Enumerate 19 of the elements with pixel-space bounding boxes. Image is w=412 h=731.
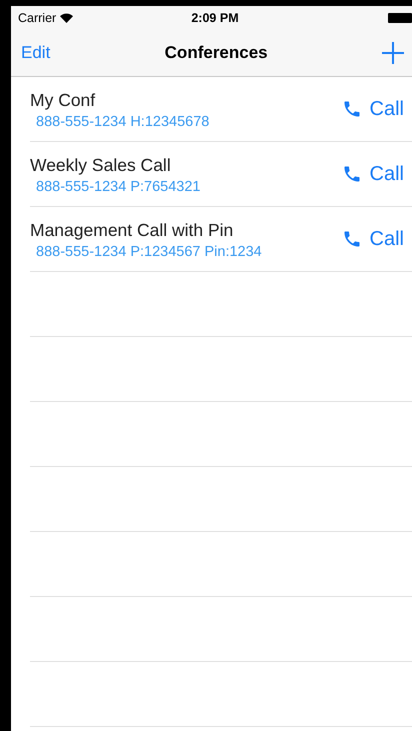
call-button[interactable]: Call xyxy=(342,162,404,186)
carrier-label: Carrier xyxy=(18,11,56,25)
conference-name: Weekly Sales Call xyxy=(30,155,172,176)
phone-icon xyxy=(342,229,362,249)
conference-details: 888-555-1234 P:1234567 Pin:1234 xyxy=(35,244,263,260)
conference-name: Management Call with Pin xyxy=(30,220,234,241)
clock-time: 2:09 PM xyxy=(190,11,240,25)
call-button[interactable]: Call xyxy=(342,98,404,120)
conference-details: 888-555-1234 P:7654321 xyxy=(35,179,202,195)
phone-icon xyxy=(342,164,362,184)
phone-icon xyxy=(342,99,362,119)
add-icon[interactable] xyxy=(382,42,404,64)
conference-name: My Conf xyxy=(30,90,96,111)
call-button[interactable]: Call xyxy=(342,228,404,250)
wifi-icon xyxy=(60,13,74,23)
nav-title: Conferences xyxy=(164,43,269,63)
battery-icon xyxy=(388,13,412,23)
edit-button[interactable]: Edit xyxy=(21,43,50,63)
conference-details: 888-555-1234 H:12345678 xyxy=(35,114,210,130)
